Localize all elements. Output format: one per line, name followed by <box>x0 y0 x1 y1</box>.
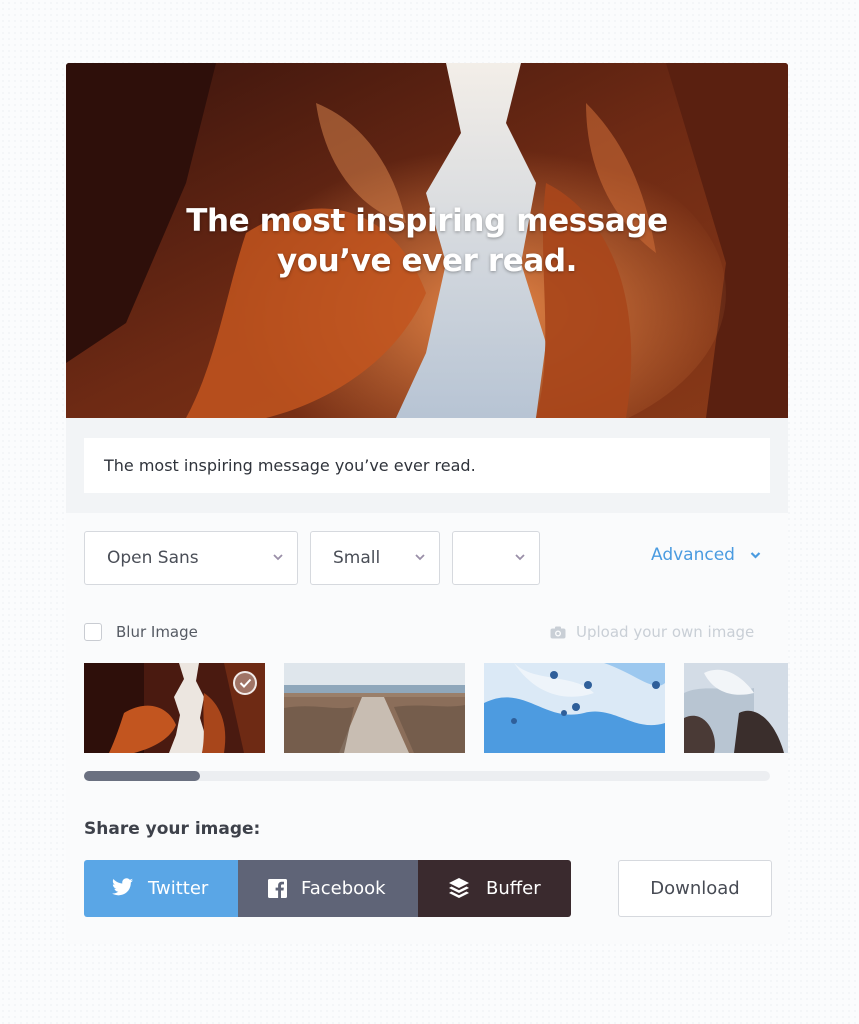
image-thumbnail-strip <box>84 663 788 755</box>
chevron-down-icon <box>751 552 761 559</box>
thumbnail-boardwalk-beach[interactable] <box>284 663 465 753</box>
snowy-rocks-thumbnail-image <box>684 663 788 753</box>
advanced-label: Advanced <box>651 545 735 565</box>
hero-line-1: The most inspiring message <box>186 203 668 239</box>
size-select-value: Small <box>333 548 381 568</box>
chevron-down-icon <box>415 554 425 561</box>
blur-image-label: Blur Image <box>116 623 198 641</box>
upload-image-label: Upload your own image <box>576 623 755 641</box>
facebook-icon <box>268 879 287 898</box>
chevron-down-icon <box>273 554 283 561</box>
message-area: The most inspiring message you’ve ever r… <box>66 418 788 513</box>
thumbnail-blue-sky-balloons[interactable] <box>484 663 665 753</box>
thumbnail-scrollbar-thumb[interactable] <box>84 771 200 781</box>
buffer-share-button[interactable]: Buffer <box>418 860 571 917</box>
camera-icon <box>550 626 566 639</box>
color-select[interactable] <box>452 531 540 585</box>
twitter-share-button[interactable]: Twitter <box>84 860 238 917</box>
thumbnail-canyon[interactable] <box>84 663 265 753</box>
hero-preview: The most inspiring message you’ve ever r… <box>66 63 788 418</box>
twitter-label: Twitter <box>148 878 209 899</box>
hero-message-text: The most inspiring message you’ve ever r… <box>66 201 788 281</box>
buffer-icon <box>449 878 469 898</box>
share-heading: Share your image: <box>84 819 261 839</box>
blur-image-checkbox[interactable] <box>84 623 102 641</box>
advanced-toggle[interactable]: Advanced <box>651 545 761 565</box>
image-editor-card: The most inspiring message you’ve ever r… <box>66 63 788 944</box>
upload-image-link[interactable]: Upload your own image <box>550 623 754 642</box>
size-select[interactable]: Small <box>310 531 440 585</box>
thumbnail-scrollbar[interactable] <box>84 771 770 781</box>
message-input[interactable]: The most inspiring message you’ve ever r… <box>84 438 770 493</box>
blue-sky-thumbnail-image <box>484 663 665 753</box>
download-button[interactable]: Download <box>618 860 772 917</box>
facebook-share-button[interactable]: Facebook <box>238 860 418 917</box>
hero-line-2: you’ve ever read. <box>276 243 578 279</box>
selected-check-icon <box>233 671 257 695</box>
chevron-down-icon <box>515 554 525 561</box>
font-select[interactable]: Open Sans <box>84 531 298 585</box>
twitter-icon <box>112 878 133 896</box>
font-select-value: Open Sans <box>107 548 199 568</box>
boardwalk-thumbnail-image <box>284 663 465 753</box>
facebook-label: Facebook <box>301 878 386 899</box>
thumbnail-snowy-rocks[interactable] <box>684 663 788 753</box>
buffer-label: Buffer <box>486 878 541 899</box>
